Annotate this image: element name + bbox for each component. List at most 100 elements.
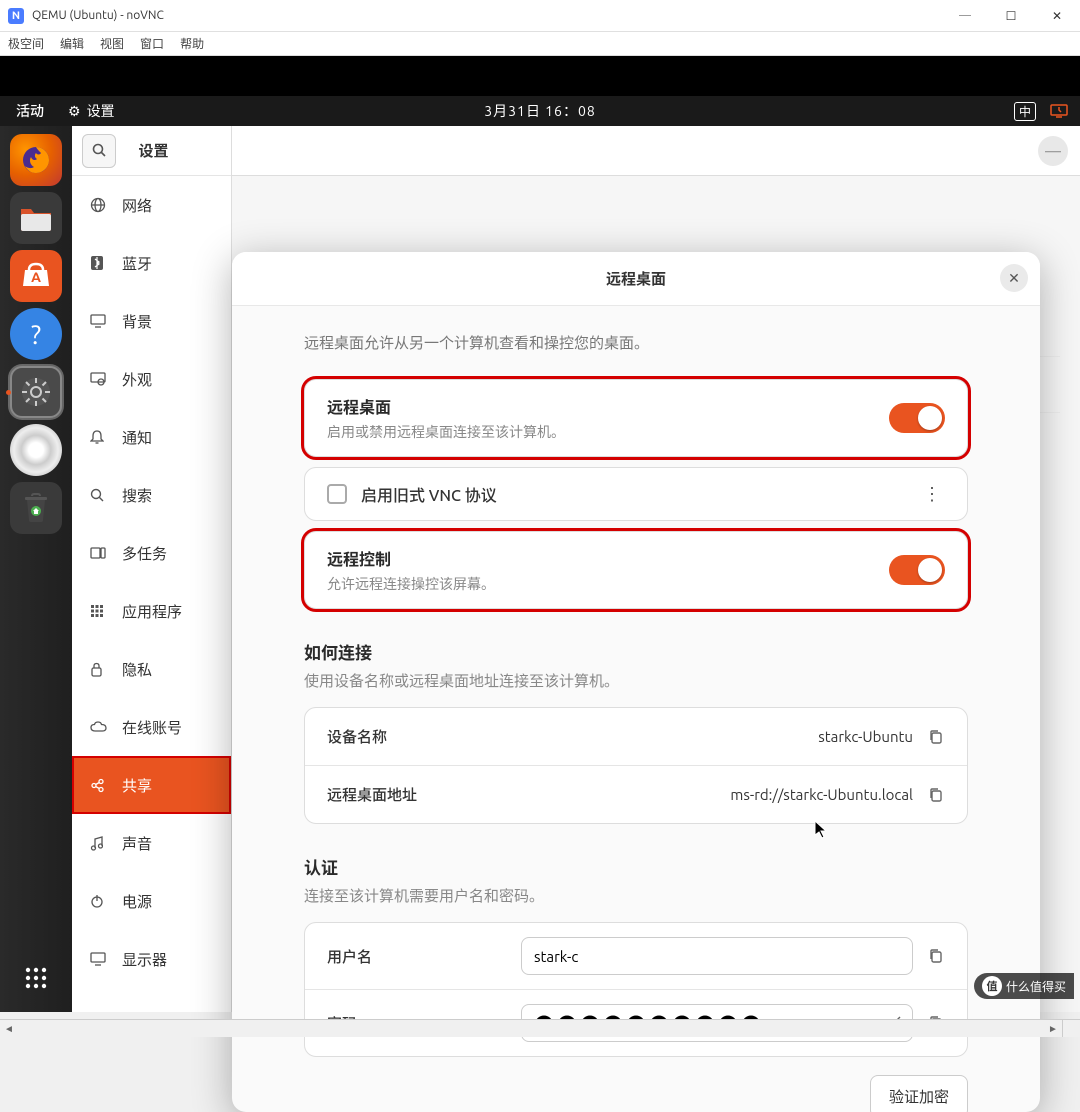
sidebar-item-cloud[interactable]: 在线账号 [72, 698, 231, 756]
sidebar-item-label: 电源 [122, 891, 152, 912]
sidebar-item-label: 声音 [122, 833, 152, 854]
sidebar-item-label: 通知 [122, 427, 152, 448]
globe-icon [90, 197, 108, 213]
menu-item[interactable]: 窗口 [140, 35, 164, 52]
host-close-button[interactable]: ✕ [1034, 0, 1080, 32]
host-maximize-button[interactable]: ☐ [988, 0, 1034, 32]
host-minimize-button[interactable]: ─ [942, 0, 988, 32]
remote-desktop-toggle-card: 远程桌面 启用或禁用远程桌面连接至该计算机。 [304, 379, 968, 457]
sidebar-item-label: 显示器 [122, 949, 167, 970]
screen-share-icon[interactable] [1050, 104, 1068, 118]
sidebar-item-bluetooth[interactable]: 蓝牙 [72, 234, 231, 292]
scrollbar-corner [1062, 1019, 1080, 1037]
how-connect-title: 如何连接 [304, 639, 968, 664]
auth-title: 认证 [304, 854, 968, 879]
sidebar-item-music[interactable]: 声音 [72, 814, 231, 872]
sidebar-item-label: 外观 [122, 369, 152, 390]
rd-address-label: 远程桌面地址 [327, 784, 730, 805]
activities-button[interactable]: 活动 [0, 101, 60, 121]
display-icon [90, 314, 108, 328]
dock-files[interactable] [10, 192, 62, 244]
legacy-vnc-checkbox[interactable] [327, 484, 347, 504]
remote-desktop-subtitle: 启用或禁用远程桌面连接至该计算机。 [327, 422, 889, 442]
current-app-indicator[interactable]: ⚙ 设置 [60, 101, 123, 121]
dock-ubuntu-software[interactable]: A [10, 250, 62, 302]
sidebar-item-label: 背景 [122, 311, 152, 332]
watermark-text: 什么值得买 [1006, 978, 1066, 995]
menu-item[interactable]: 视图 [100, 35, 124, 52]
current-app-label: 设置 [87, 101, 115, 121]
how-connect-sub: 使用设备名称或远程桌面地址连接至该计算机。 [304, 670, 968, 691]
rd-address-value: ms-rd://starkc-Ubuntu.local [730, 786, 913, 803]
host-window-title: QEMU (Ubuntu) - noVNC [32, 9, 942, 22]
device-name-label: 设备名称 [327, 726, 818, 747]
watermark-badge-icon: 值 [982, 976, 1002, 996]
dock-settings[interactable] [10, 366, 62, 418]
menu-item[interactable]: 编辑 [60, 35, 84, 52]
appearance-icon [90, 372, 108, 386]
sidebar-item-bell[interactable]: 通知 [72, 408, 231, 466]
bell-icon [90, 429, 108, 445]
scroll-left-arrow-icon[interactable]: ◄ [0, 1023, 18, 1035]
copy-device-name-icon[interactable] [927, 728, 945, 746]
sidebar-item-share[interactable]: 共享 [72, 756, 231, 814]
vm-letterbox-top [0, 56, 1080, 96]
connection-info-card: 设备名称 starkc-Ubuntu 远程桌面地址 ms-rd://starkc… [304, 707, 968, 824]
auth-sub: 连接至该计算机需要用户名和密码。 [304, 885, 968, 906]
svg-text:A: A [31, 269, 41, 285]
workspace: A ? 设置 网络蓝牙背景外观通知搜索多任务应用程序隐私在线账号共享声音电源显示 [0, 126, 1080, 1012]
remote-desktop-toggle[interactable] [889, 403, 945, 433]
copy-address-icon[interactable] [927, 786, 945, 804]
device-name-value: starkc-Ubuntu [818, 728, 913, 745]
display2-icon [90, 952, 108, 966]
dialog-close-button[interactable]: ✕ [1000, 264, 1028, 292]
sidebar-item-search[interactable]: 搜索 [72, 466, 231, 524]
gear-icon: ⚙ [68, 103, 81, 120]
sidebar-item-label: 多任务 [122, 543, 167, 564]
sidebar-item-label: 网络 [122, 195, 152, 216]
grid-icon [90, 604, 108, 618]
dialog-header: 远程桌面 ✕ [232, 252, 1040, 306]
cloud-icon [90, 721, 108, 733]
dock-help[interactable]: ? [10, 308, 62, 360]
legacy-vnc-menu-icon[interactable]: ⋮ [919, 484, 945, 505]
search-icon [90, 488, 108, 503]
username-input[interactable] [521, 937, 913, 975]
verify-encryption-button[interactable]: 验证加密 [870, 1075, 968, 1112]
sidebar-item-power[interactable]: 电源 [72, 872, 231, 930]
novnc-menu-bar: 极空间 编辑 视图 窗口 帮助 [0, 32, 1080, 56]
dock-firefox[interactable] [10, 134, 62, 186]
sidebar-item-lock[interactable]: 隐私 [72, 640, 231, 698]
music-icon [90, 836, 108, 851]
remote-control-toggle[interactable] [889, 555, 945, 585]
dock-trash[interactable] [10, 482, 62, 534]
legacy-vnc-label: 启用旧式 VNC 协议 [361, 482, 919, 506]
copy-username-icon[interactable] [927, 947, 945, 965]
multitask-icon [90, 546, 108, 560]
settings-sidebar: 设置 网络蓝牙背景外观通知搜索多任务应用程序隐私在线账号共享声音电源显示器 [72, 126, 232, 1012]
input-method-indicator[interactable]: 中 [1014, 102, 1036, 121]
sidebar-item-display[interactable]: 背景 [72, 292, 231, 350]
scroll-right-arrow-icon[interactable]: ► [1044, 1023, 1062, 1035]
lock-icon [90, 662, 108, 677]
dialog-title: 远程桌面 [606, 268, 666, 289]
watermark: 值 什么值得买 [974, 973, 1074, 999]
remote-control-subtitle: 允许远程连接操控该屏幕。 [327, 574, 889, 594]
dock-disc[interactable] [10, 424, 62, 476]
clock[interactable]: 3月31日 16：08 [484, 101, 595, 121]
remote-control-toggle-card: 远程控制 允许远程连接操控该屏幕。 [304, 531, 968, 609]
remote-control-title: 远程控制 [327, 546, 889, 570]
sidebar-item-globe[interactable]: 网络 [72, 176, 231, 234]
sidebar-item-appearance[interactable]: 外观 [72, 350, 231, 408]
username-label: 用户名 [327, 946, 507, 967]
menu-item[interactable]: 极空间 [8, 35, 44, 52]
menu-item[interactable]: 帮助 [180, 35, 204, 52]
bluetooth-icon [90, 255, 108, 271]
settings-minimize-button[interactable]: ─ [1038, 136, 1068, 166]
host-horizontal-scrollbar[interactable]: ◄ ► [0, 1019, 1062, 1037]
dock-show-apps[interactable] [10, 952, 62, 1004]
sidebar-item-display2[interactable]: 显示器 [72, 930, 231, 988]
sidebar-item-multitask[interactable]: 多任务 [72, 524, 231, 582]
sidebar-search-button[interactable] [82, 134, 116, 168]
sidebar-item-grid[interactable]: 应用程序 [72, 582, 231, 640]
